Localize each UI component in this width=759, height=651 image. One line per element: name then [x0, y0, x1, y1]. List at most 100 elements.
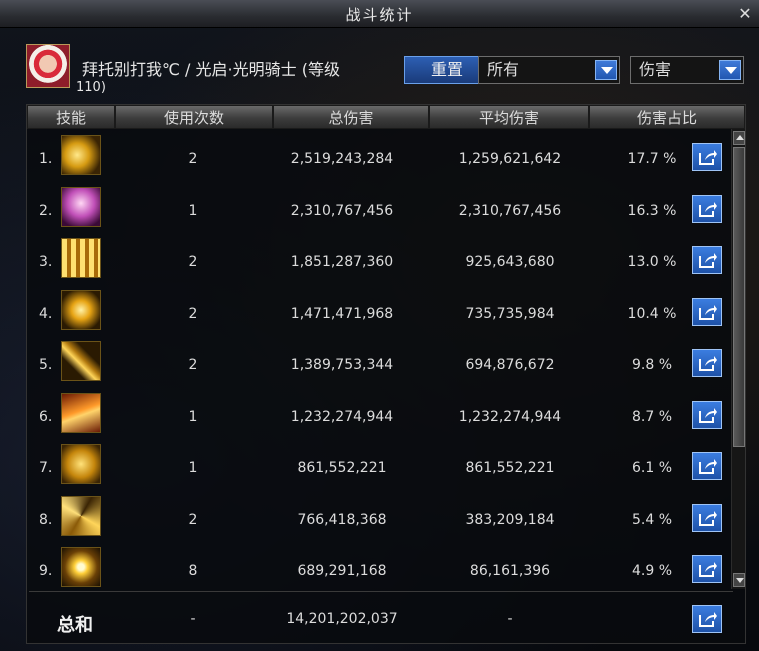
row-uses: 2: [188, 357, 198, 373]
row-avg-damage: 86,161,396: [469, 563, 551, 579]
row-total-damage: 2,519,243,284: [290, 151, 394, 167]
character-level: 110): [76, 80, 106, 95]
table-row: 5. 2 1,389,753,344 694,876,672 9.8 %: [27, 337, 733, 388]
share-total-button[interactable]: [692, 605, 722, 633]
row-rank: 1.: [39, 151, 53, 167]
table-row: 8. 2 766,418,368 383,209,184 5.4 %: [27, 492, 733, 543]
share-row-button[interactable]: [692, 503, 722, 532]
skill-icon-starburst: [61, 547, 101, 587]
chevron-down-icon[interactable]: [595, 60, 617, 80]
filter-type-value: 伤害: [639, 60, 672, 79]
row-avg-damage: 694,876,672: [465, 357, 555, 373]
share-icon: [699, 356, 717, 371]
scroll-up-icon[interactable]: [733, 131, 745, 145]
row-avg-damage: 383,209,184: [465, 511, 555, 528]
row-rank: 7.: [39, 460, 53, 476]
close-icon[interactable]: ✕: [735, 4, 755, 24]
skill-icon-light-pillars: [61, 238, 101, 278]
skill-icon-spiral-strike: [61, 495, 101, 536]
share-row-button[interactable]: [692, 555, 722, 583]
share-row-button[interactable]: [692, 297, 722, 326]
row-rank: 4.: [39, 305, 53, 322]
row-total-damage: 861,552,221: [297, 460, 387, 476]
row-damage-share: 13.0 %: [627, 254, 677, 270]
row-avg-damage: 1,232,274,944: [458, 408, 562, 425]
row-total-damage: 2,310,767,456: [290, 202, 394, 219]
row-damage-share: 9.8 %: [631, 357, 673, 373]
row-total-damage: 689,291,168: [297, 563, 387, 579]
filter-all-value: 所有: [487, 60, 520, 79]
total-uses: -: [190, 611, 196, 627]
battle-stats-window: 战斗统计 ✕ 拜托别打我℃ / 光启·光明骑士 (等级 110) 重置 所有 伤…: [0, 0, 759, 651]
row-avg-damage: 925,643,680: [465, 254, 555, 270]
skill-icon-golden-lance: [61, 135, 101, 175]
share-row-button[interactable]: [692, 452, 722, 480]
window-title: 战斗统计: [345, 6, 414, 24]
scroll-thumb[interactable]: [733, 147, 745, 447]
row-uses: 8: [188, 563, 198, 579]
row-avg-damage: 1,259,621,642: [458, 151, 562, 167]
scroll-down-icon[interactable]: [733, 573, 745, 587]
row-damage-share: 6.1 %: [631, 460, 673, 476]
row-rank: 9.: [39, 563, 53, 579]
share-icon: [699, 510, 717, 526]
row-rank: 8.: [39, 511, 53, 528]
row-uses: 1: [188, 408, 198, 425]
col-header-pct[interactable]: 伤害占比: [589, 105, 745, 129]
skill-icon-holy-maiden: [61, 186, 101, 227]
row-uses: 2: [188, 254, 198, 270]
share-icon: [699, 304, 717, 320]
skill-icon-sword-cross: [61, 341, 101, 381]
row-rank: 5.: [39, 357, 53, 373]
row-damage-share: 17.7 %: [627, 151, 677, 167]
share-row-button[interactable]: [692, 194, 722, 223]
total-label: 总和: [57, 615, 93, 636]
row-total-damage: 766,418,368: [297, 511, 387, 528]
col-header-skill[interactable]: 技能: [27, 105, 115, 129]
table-row: 3. 2 1,851,287,360 925,643,680 13.0 %: [27, 234, 733, 285]
chevron-down-icon[interactable]: [719, 60, 741, 80]
row-avg-damage: 861,552,221: [465, 460, 555, 476]
row-damage-share: 10.4 %: [627, 305, 677, 322]
row-damage-share: 8.7 %: [631, 408, 673, 425]
share-icon: [699, 253, 717, 268]
row-total-damage: 1,851,287,360: [290, 254, 394, 270]
row-uses: 2: [188, 151, 198, 167]
row-uses: 1: [188, 460, 198, 476]
row-rank: 2.: [39, 202, 53, 219]
share-row-button[interactable]: [692, 246, 722, 274]
skill-icon-radiant-slash: [61, 289, 101, 330]
row-uses: 2: [188, 305, 198, 322]
character-bar: 拜托别打我℃ / 光启·光明骑士 (等级 110) 重置 所有 伤害: [20, 44, 750, 100]
row-avg-damage: 735,735,984: [465, 305, 555, 322]
scrollbar[interactable]: [731, 129, 745, 589]
row-damage-share: 5.4 %: [631, 511, 673, 528]
total-row: 总和 - 14,201,202,037 -: [27, 597, 733, 643]
character-name: 拜托别打我℃ / 光启·光明骑士 (等级: [82, 60, 340, 79]
divider: [29, 591, 733, 592]
table-row: 2. 1 2,310,767,456 2,310,767,456 16.3 %: [27, 183, 733, 234]
row-avg-damage: 2,310,767,456: [458, 202, 562, 219]
share-row-button[interactable]: [692, 349, 722, 377]
row-uses: 1: [188, 202, 198, 219]
share-row-button[interactable]: [692, 143, 722, 171]
col-header-total[interactable]: 总伤害: [273, 105, 429, 129]
table-row: 6. 1 1,232,274,944 1,232,274,944 8.7 %: [27, 389, 733, 440]
share-icon: [699, 201, 717, 217]
col-header-avg[interactable]: 平均伤害: [429, 105, 589, 129]
row-total-damage: 1,232,274,944: [290, 408, 394, 425]
share-row-button[interactable]: [692, 400, 722, 429]
table-row: 9. 8 689,291,168 86,161,396 4.9 %: [27, 543, 733, 594]
row-rank: 6.: [39, 408, 53, 425]
row-damage-share: 4.9 %: [631, 563, 673, 579]
stats-table: 技能 使用次数 总伤害 平均伤害 伤害占比 1. 2 2,519,243,284 1,…: [26, 104, 746, 644]
table-row: 4. 2 1,471,471,968 735,735,984 10.4 %: [27, 286, 733, 337]
filter-all-select[interactable]: 所有: [478, 56, 620, 84]
skill-icon-flame-wave: [61, 392, 101, 433]
share-icon: [699, 459, 717, 474]
row-uses: 2: [188, 511, 198, 528]
row-damage-share: 16.3 %: [627, 202, 677, 219]
col-header-uses[interactable]: 使用次数: [115, 105, 273, 129]
window-titlebar[interactable]: 战斗统计 ✕: [0, 0, 759, 28]
filter-type-select[interactable]: 伤害: [630, 56, 744, 84]
